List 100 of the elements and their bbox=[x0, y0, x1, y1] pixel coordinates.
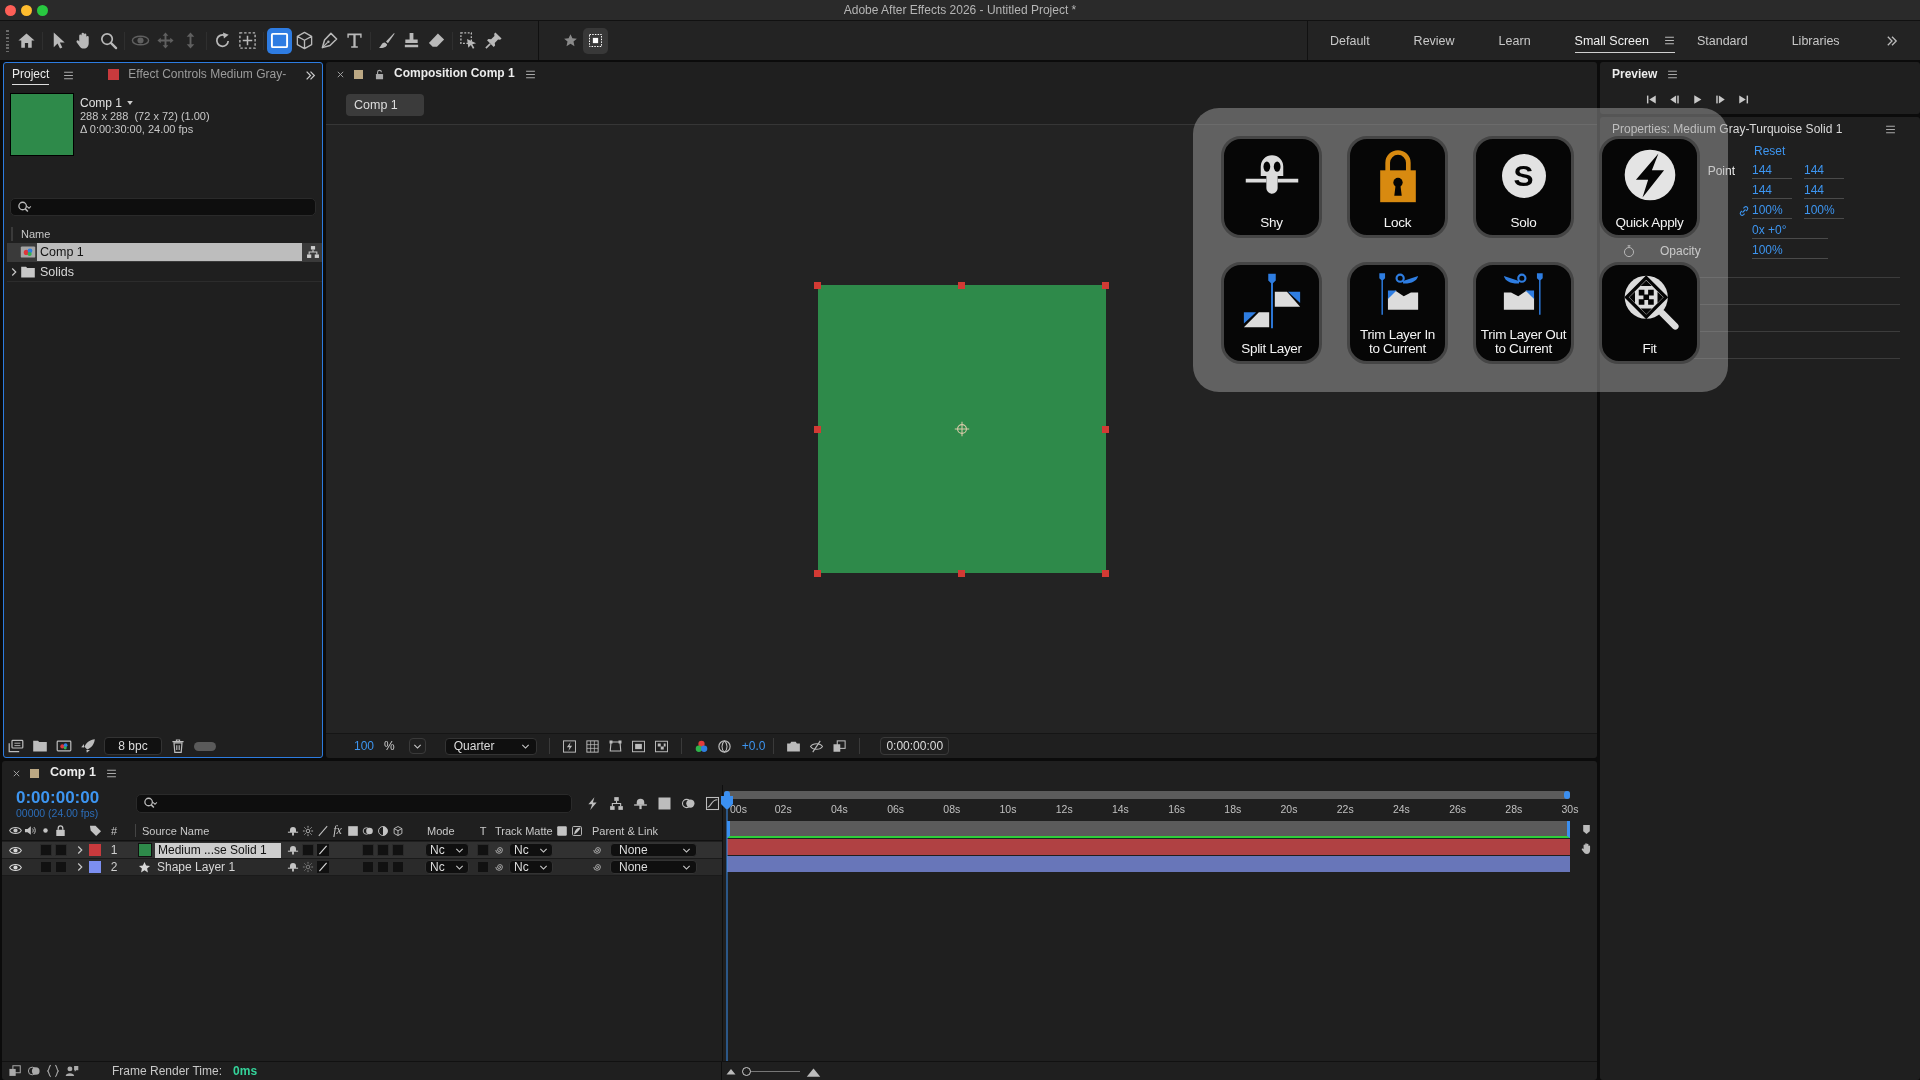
workspace-tab[interactable]: Review bbox=[1413, 28, 1455, 53]
switch-toggle[interactable] bbox=[376, 844, 389, 856]
project-item-row[interactable]: Solids bbox=[7, 263, 322, 282]
solo-toggle[interactable] bbox=[39, 844, 52, 856]
rocket-icon[interactable] bbox=[80, 738, 96, 754]
link-icon[interactable] bbox=[1738, 205, 1750, 217]
mode-dropdown[interactable]: Nc bbox=[425, 843, 469, 857]
more-panels-icon[interactable] bbox=[305, 69, 316, 81]
switch-toggle[interactable] bbox=[361, 861, 374, 873]
selection-handle[interactable] bbox=[814, 281, 821, 289]
value-field[interactable]: 144 bbox=[1804, 163, 1844, 179]
split-layer-button[interactable]: Split Layer bbox=[1221, 262, 1322, 364]
sun-switch-icon[interactable] bbox=[301, 861, 314, 873]
lock-button[interactable]: Lock bbox=[1347, 136, 1448, 238]
panel-tab[interactable]: Effect Controls Medium Gray- bbox=[108, 65, 287, 85]
layer-row[interactable]: 2 Shape Layer 1 Nc Nc None bbox=[2, 859, 722, 876]
value-field[interactable]: 144 bbox=[1752, 163, 1792, 179]
graph-icon[interactable] bbox=[705, 795, 720, 811]
panel-menu-icon[interactable] bbox=[105, 767, 117, 779]
spiral-icon[interactable] bbox=[494, 844, 506, 856]
panel-tab[interactable]: Project bbox=[12, 65, 50, 85]
fit-button[interactable]: Fit bbox=[1599, 262, 1700, 364]
value-field[interactable]: 100% bbox=[1804, 203, 1844, 219]
expand-caret-icon[interactable] bbox=[75, 845, 85, 855]
person-icon[interactable] bbox=[65, 1064, 79, 1078]
shy-button[interactable]: Shy bbox=[1221, 136, 1322, 238]
flowchart-icon[interactable] bbox=[306, 245, 320, 259]
selection-handle[interactable] bbox=[1102, 281, 1109, 289]
column-header[interactable]: Parent & Link bbox=[592, 824, 659, 837]
stopwatch-icon[interactable] bbox=[1622, 244, 1636, 258]
preserve-transparency-toggle[interactable] bbox=[477, 844, 489, 856]
value-field[interactable]: 144 bbox=[1804, 183, 1844, 199]
branch-icon[interactable] bbox=[609, 795, 624, 811]
selection-handle[interactable] bbox=[958, 281, 965, 289]
braces-icon[interactable] bbox=[46, 1064, 60, 1078]
label-color-icon[interactable] bbox=[89, 861, 101, 873]
selection-handle[interactable] bbox=[814, 425, 821, 433]
hand-icon[interactable] bbox=[1579, 842, 1593, 855]
current-time[interactable]: 0:00:00:00 bbox=[16, 787, 100, 807]
lock-toggle[interactable] bbox=[54, 844, 67, 856]
preserve-transparency-toggle[interactable] bbox=[477, 861, 489, 873]
grid-icon[interactable] bbox=[584, 738, 600, 754]
slider-thumb[interactable] bbox=[742, 1066, 751, 1076]
panel-menu-icon[interactable] bbox=[1667, 68, 1679, 80]
trim-in-button[interactable]: Trim Layer In to Current bbox=[1347, 262, 1448, 364]
toggle-switch[interactable] bbox=[194, 741, 216, 751]
label-color-icon[interactable] bbox=[89, 844, 101, 856]
panel-menu-icon[interactable] bbox=[524, 68, 536, 80]
reset-link[interactable]: Reset bbox=[1754, 144, 1786, 158]
panel-tab[interactable]: Composition Comp 1 bbox=[394, 64, 515, 84]
resolution-dropdown[interactable]: Quarter bbox=[444, 737, 537, 755]
more-workspaces-icon[interactable] bbox=[1886, 34, 1898, 47]
solo-toggle[interactable] bbox=[39, 861, 52, 873]
spiral-icon[interactable] bbox=[592, 861, 604, 873]
toolbar-grip-icon[interactable] bbox=[6, 29, 9, 52]
column-header[interactable]: Source Name bbox=[142, 824, 210, 837]
close-icon[interactable] bbox=[336, 69, 345, 79]
close-window-icon[interactable] bbox=[5, 4, 16, 16]
magnification-dropdown[interactable] bbox=[408, 738, 426, 754]
stacked-squares-icon[interactable] bbox=[8, 1064, 22, 1078]
anchor-point-icon[interactable] bbox=[953, 421, 970, 437]
work-area-bar[interactable] bbox=[727, 821, 1570, 838]
zoom-window-icon[interactable] bbox=[37, 4, 48, 16]
menu-icon[interactable] bbox=[1663, 35, 1675, 46]
switch-toggle[interactable] bbox=[391, 844, 404, 856]
track-matte-dropdown[interactable]: Nc bbox=[509, 860, 553, 874]
open-lock-icon[interactable] bbox=[374, 68, 385, 80]
panel-menu-icon[interactable] bbox=[1885, 123, 1896, 135]
column-header[interactable]: T bbox=[479, 824, 487, 837]
shy-switch-icon[interactable] bbox=[286, 844, 299, 856]
workspace-tab[interactable]: Small Screen bbox=[1574, 28, 1675, 53]
globe-icon[interactable] bbox=[716, 738, 732, 754]
folder-icon[interactable] bbox=[32, 738, 48, 754]
column-header[interactable]: Mode bbox=[427, 824, 455, 837]
spiral-icon[interactable] bbox=[592, 844, 604, 856]
panel-menu-icon[interactable] bbox=[63, 69, 75, 81]
selection-handle[interactable] bbox=[814, 569, 821, 577]
switch-toggle[interactable] bbox=[376, 861, 389, 873]
track-matte-dropdown[interactable]: Nc bbox=[509, 843, 553, 857]
checker-icon[interactable] bbox=[653, 738, 669, 754]
framed-rectangle-icon[interactable] bbox=[630, 738, 646, 754]
trim-out-button[interactable]: Trim Layer Out to Current bbox=[1473, 262, 1574, 364]
marker-icon[interactable] bbox=[1580, 823, 1592, 836]
play-icon[interactable] bbox=[1691, 92, 1704, 106]
switch-toggle[interactable] bbox=[361, 844, 374, 856]
selection-handle[interactable] bbox=[1102, 569, 1109, 577]
filled-square-icon[interactable] bbox=[657, 795, 672, 811]
bit-depth-button[interactable]: 8 bpc bbox=[104, 737, 162, 755]
selection-handle[interactable] bbox=[958, 569, 965, 577]
panel-tab[interactable]: Comp 1 bbox=[50, 763, 96, 783]
layer-name[interactable]: Medium ...se Solid 1 bbox=[155, 842, 281, 858]
parent-dropdown[interactable]: None bbox=[610, 860, 697, 874]
slash-icon[interactable] bbox=[316, 861, 329, 873]
rectangle-tool[interactable] bbox=[267, 27, 292, 54]
solo-button[interactable]: S Solo bbox=[1473, 136, 1574, 238]
layer-row[interactable]: 1 Medium ...se Solid 1 Nc Nc None bbox=[2, 842, 722, 859]
stacked-squares-icon[interactable] bbox=[832, 738, 848, 754]
crossed-eye-icon[interactable] bbox=[809, 738, 825, 754]
parent-dropdown[interactable]: None bbox=[610, 843, 697, 857]
framed-lightning-icon[interactable] bbox=[561, 738, 577, 754]
